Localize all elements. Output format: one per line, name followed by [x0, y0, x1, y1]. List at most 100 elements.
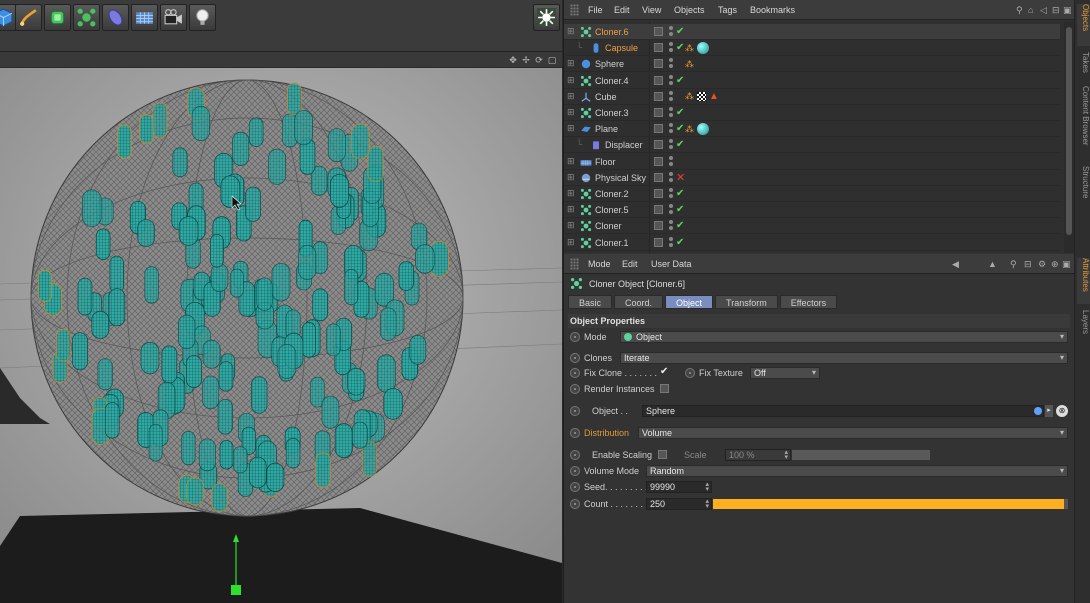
- visibility-dots-icon[interactable]: [669, 139, 673, 151]
- warning-tag-icon[interactable]: ▲: [709, 91, 719, 102]
- tab-coord[interactable]: Coord.: [614, 295, 664, 309]
- visibility-dots-icon[interactable]: [669, 188, 673, 200]
- mograph-tag-icon[interactable]: ⁂: [685, 91, 694, 102]
- menu-objects[interactable]: Objects: [674, 5, 705, 15]
- expand-toggle-icon[interactable]: ⊞: [567, 59, 576, 68]
- menu-file[interactable]: File: [588, 5, 603, 15]
- object-row[interactable]: └ Displacer ✔: [564, 137, 1060, 154]
- cloner-mograph-icon[interactable]: [73, 4, 100, 31]
- visibility-dots-icon[interactable]: [669, 171, 673, 184]
- expand-toggle-icon[interactable]: ⊞: [567, 124, 576, 133]
- mograph-render-icon[interactable]: [533, 4, 560, 31]
- pick-object-icon[interactable]: ⊗: [1056, 405, 1068, 417]
- tab-transform[interactable]: Transform: [715, 295, 778, 309]
- tab-effectors[interactable]: Effectors: [779, 295, 838, 309]
- expand-toggle-icon[interactable]: ⊞: [567, 172, 576, 182]
- light-bulb-icon[interactable]: [189, 4, 216, 31]
- mograph-tag-icon[interactable]: ⁂: [685, 124, 694, 135]
- render-instances-checkbox[interactable]: [660, 384, 669, 393]
- layer-swatch[interactable]: [654, 108, 663, 117]
- fix-texture-animate-radio[interactable]: [685, 368, 695, 378]
- count-animate-radio[interactable]: [570, 499, 580, 509]
- object-name[interactable]: Physical Sky: [595, 173, 646, 183]
- back-arrow-icon[interactable]: ◀: [952, 259, 959, 270]
- count-field[interactable]: 250 ▴ ▾: [646, 498, 712, 510]
- menu-edit[interactable]: Edit: [622, 259, 638, 269]
- seed-animate-radio[interactable]: [570, 482, 580, 492]
- menu-edit[interactable]: Edit: [614, 5, 630, 15]
- home-icon[interactable]: ⌂: [1028, 5, 1033, 15]
- zoom-view-icon[interactable]: ✢: [521, 55, 531, 65]
- side-tab-content-browser[interactable]: Content Browser: [1077, 86, 1090, 156]
- side-tab-objects[interactable]: Objects: [1077, 4, 1090, 46]
- mode-animate-radio[interactable]: [570, 332, 580, 342]
- object-name[interactable]: Plane: [595, 124, 618, 134]
- 3d-viewport[interactable]: [0, 68, 562, 603]
- clones-dropdown[interactable]: Iterate: [620, 352, 1068, 364]
- object-row[interactable]: ⊞ Cloner.4 ✔: [564, 73, 1060, 89]
- seed-field[interactable]: 99990 ▴ ▾: [646, 481, 712, 493]
- object-row[interactable]: ⊞ Cloner.3 ✔: [564, 105, 1060, 121]
- enable-scaling-animate-radio[interactable]: [570, 450, 580, 460]
- layer-swatch[interactable]: [654, 189, 663, 198]
- object-row[interactable]: ⊞ Physical Sky ✕: [564, 170, 1060, 186]
- scale-spinner[interactable]: ▴ ▾: [784, 449, 788, 461]
- enabled-check-icon[interactable]: ✔: [676, 75, 684, 86]
- fix-clone-checkbox[interactable]: ✔: [660, 366, 668, 377]
- expand-icon[interactable]: ▣: [1062, 259, 1071, 270]
- clones-animate-radio[interactable]: [570, 353, 580, 363]
- enabled-check-icon[interactable]: ✔: [676, 42, 684, 53]
- count-spinner[interactable]: ▴ ▾: [705, 498, 709, 510]
- expand-toggle-icon[interactable]: ⊞: [567, 27, 576, 36]
- volume-mode-animate-radio[interactable]: [570, 466, 580, 476]
- fix-texture-dropdown[interactable]: Off: [750, 367, 820, 379]
- object-row[interactable]: ⊞ Cloner.1 ✔: [564, 235, 1060, 251]
- expand-toggle-icon[interactable]: ⊞: [567, 189, 576, 198]
- object-row[interactable]: ⊞ Cloner.6 ✔: [564, 24, 1060, 40]
- object-row[interactable]: ⊞ Plane ✔ ⁂: [564, 121, 1060, 138]
- menu-tags[interactable]: Tags: [718, 5, 737, 15]
- object-name[interactable]: Cloner: [595, 221, 622, 231]
- object-name[interactable]: Cloner.3: [595, 108, 629, 118]
- subdivision-surface-icon[interactable]: [44, 4, 71, 31]
- object-animate-radio[interactable]: [570, 406, 580, 416]
- visibility-dots-icon[interactable]: [669, 58, 673, 70]
- enabled-check-icon[interactable]: ✔: [676, 123, 684, 134]
- object-row[interactable]: ⊞ Cloner ✔: [564, 218, 1060, 235]
- layer-swatch[interactable]: [654, 91, 663, 101]
- floor-scene-icon[interactable]: [131, 4, 158, 31]
- visibility-dots-icon[interactable]: [669, 236, 673, 249]
- object-name[interactable]: Floor: [595, 157, 616, 167]
- object-row[interactable]: ⊞ Sphere ⁂: [564, 56, 1060, 73]
- mode-dropdown[interactable]: Object: [620, 331, 1068, 343]
- layer-swatch[interactable]: [654, 75, 663, 85]
- layer-swatch[interactable]: [654, 205, 663, 215]
- menu-bookmarks[interactable]: Bookmarks: [750, 5, 795, 15]
- settings-icon[interactable]: ⚙: [1038, 259, 1046, 270]
- object-name[interactable]: Cloner.5: [595, 205, 629, 215]
- object-row[interactable]: ⊞ Cube ⁂ ▲: [564, 89, 1060, 105]
- panel-grip-icon[interactable]: [570, 4, 579, 16]
- layer-swatch[interactable]: [654, 43, 663, 53]
- expand-toggle-icon[interactable]: ⊞: [567, 237, 576, 247]
- back-icon[interactable]: ◁: [1040, 5, 1047, 16]
- expand-toggle-icon[interactable]: ⊞: [567, 221, 576, 230]
- scrollbar-thumb[interactable]: [1066, 27, 1072, 235]
- volume-mode-dropdown[interactable]: Random: [646, 465, 1068, 477]
- object-list-scrollbar[interactable]: [1064, 21, 1074, 253]
- object-row[interactable]: └ Capsule ✔ ⁂: [564, 40, 1060, 57]
- menu-mode[interactable]: Mode: [588, 259, 611, 269]
- enabled-check-icon[interactable]: ✔: [676, 237, 684, 248]
- link-arrow-icon[interactable]: ▸: [1045, 405, 1053, 417]
- scale-slider[interactable]: [792, 450, 930, 460]
- material-tag-icon[interactable]: [697, 42, 709, 55]
- new-window-icon[interactable]: ⊕: [1051, 259, 1059, 270]
- enable-scaling-checkbox[interactable]: [658, 450, 667, 459]
- pointer-icon[interactable]: ▲: [988, 259, 997, 269]
- distribution-dropdown[interactable]: Volume: [638, 427, 1068, 439]
- fix-clone-animate-radio[interactable]: [570, 368, 580, 378]
- object-row[interactable]: ⊞ Cloner.2 ✔: [564, 186, 1060, 202]
- disabled-cross-icon[interactable]: ✕: [676, 171, 685, 184]
- menu-user-data[interactable]: User Data: [651, 259, 692, 269]
- expand-toggle-icon[interactable]: ⊞: [567, 156, 576, 166]
